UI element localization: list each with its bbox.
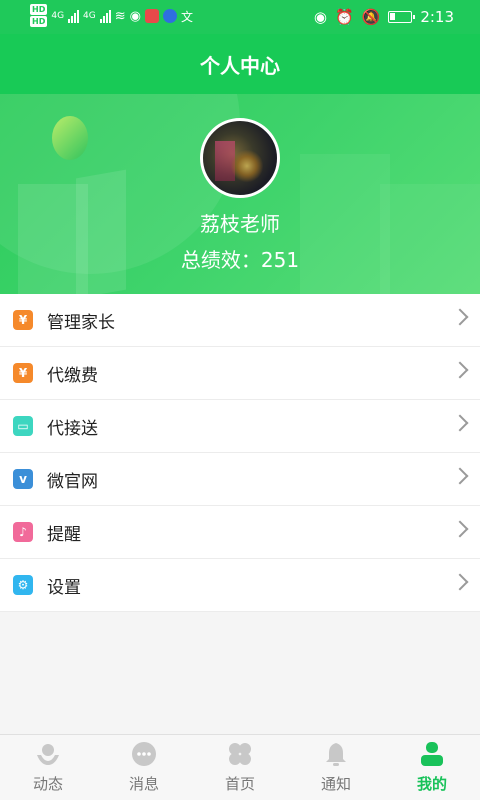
network-4g-label: 4G xyxy=(51,11,65,21)
chevron-right-icon xyxy=(451,308,469,326)
profile-header: 荔枝老师 总绩效：251 xyxy=(0,94,480,294)
chevron-right-icon xyxy=(451,361,469,379)
mute-bell-icon: 🔕 xyxy=(361,8,381,26)
network-4g-label-2: 4G xyxy=(83,11,96,21)
tab-notifications[interactable]: 通知 xyxy=(288,735,384,800)
clover-icon xyxy=(227,741,253,767)
bell-icon: ♪ xyxy=(13,522,33,542)
wechat-icon: ◉ xyxy=(129,8,141,24)
settings-menu: ¥ 管理家长 ¥ 代缴费 ▭ 代接送 v 微官网 ♪ 提醒 ⚙ 设置 xyxy=(0,294,480,612)
clock-time: 2:13 xyxy=(420,8,454,26)
menu-item-reminder[interactable]: ♪ 提醒 xyxy=(0,506,480,559)
tab-home[interactable]: 首页 xyxy=(192,735,288,800)
menu-item-pickup[interactable]: ▭ 代接送 xyxy=(0,400,480,453)
tab-label: 动态 xyxy=(32,775,63,793)
menu-item-label: 代缴费 xyxy=(47,365,98,386)
signal-icon-2 xyxy=(99,9,111,23)
bus-icon: ▭ xyxy=(13,416,33,436)
tab-label: 消息 xyxy=(128,775,159,793)
title-bar: 个人中心 xyxy=(0,34,480,94)
eye-icon: ◉ xyxy=(313,8,327,26)
bottom-tab-bar: 动态 消息 首页 通知 我的 xyxy=(0,734,480,800)
chevron-right-icon xyxy=(451,520,469,538)
status-bar: HD HD 4G 4G ≋ ◉ 文 ◉ ⏰ 🔕 2:13 xyxy=(0,0,480,34)
vimeo-icon: v xyxy=(13,469,33,489)
menu-item-label: 提醒 xyxy=(47,524,81,545)
person-icon xyxy=(419,741,445,767)
avatar[interactable] xyxy=(200,118,280,198)
gear-icon: ⚙ xyxy=(13,575,33,595)
translate-icon: 文 xyxy=(181,9,194,24)
user-name: 荔枝老师 xyxy=(200,212,280,236)
tab-label: 通知 xyxy=(320,775,351,793)
menu-item-settings[interactable]: ⚙ 设置 xyxy=(0,559,480,612)
menu-item-label: 设置 xyxy=(47,577,81,598)
menu-item-micro-site[interactable]: v 微官网 xyxy=(0,453,480,506)
alarm-icon: ⏰ xyxy=(334,8,354,26)
moneybag-icon: ¥ xyxy=(13,363,33,383)
chevron-right-icon xyxy=(451,467,469,485)
chevron-right-icon xyxy=(451,573,469,591)
tab-messages[interactable]: 消息 xyxy=(96,735,192,800)
hd-indicator: HD HD xyxy=(30,4,48,27)
menu-item-label: 代接送 xyxy=(47,418,98,439)
tab-mine[interactable]: 我的 xyxy=(384,735,480,800)
battery-icon xyxy=(388,11,416,23)
menu-item-label: 微官网 xyxy=(47,471,98,492)
menu-item-proxy-payment[interactable]: ¥ 代缴费 xyxy=(0,347,480,400)
chat-icon xyxy=(131,741,157,767)
tab-label: 我的 xyxy=(416,775,447,793)
chevron-right-icon xyxy=(451,414,469,432)
balloon-decoration xyxy=(52,116,88,160)
tab-feed[interactable]: 动态 xyxy=(0,735,96,800)
page-title: 个人中心 xyxy=(200,53,280,78)
menu-item-label: 管理家长 xyxy=(47,312,115,333)
menu-item-manage-parents[interactable]: ¥ 管理家长 xyxy=(0,294,480,347)
wifi-icon: ≋ xyxy=(114,8,126,24)
hands-icon xyxy=(35,741,61,767)
bell-icon xyxy=(323,741,349,767)
performance-score: 总绩效：251 xyxy=(180,248,300,272)
bulb-app-icon xyxy=(163,9,177,23)
tab-label: 首页 xyxy=(224,775,255,793)
signal-icon xyxy=(68,9,80,23)
moneybag-icon: ¥ xyxy=(13,310,33,330)
app-notification-icon xyxy=(145,9,159,23)
